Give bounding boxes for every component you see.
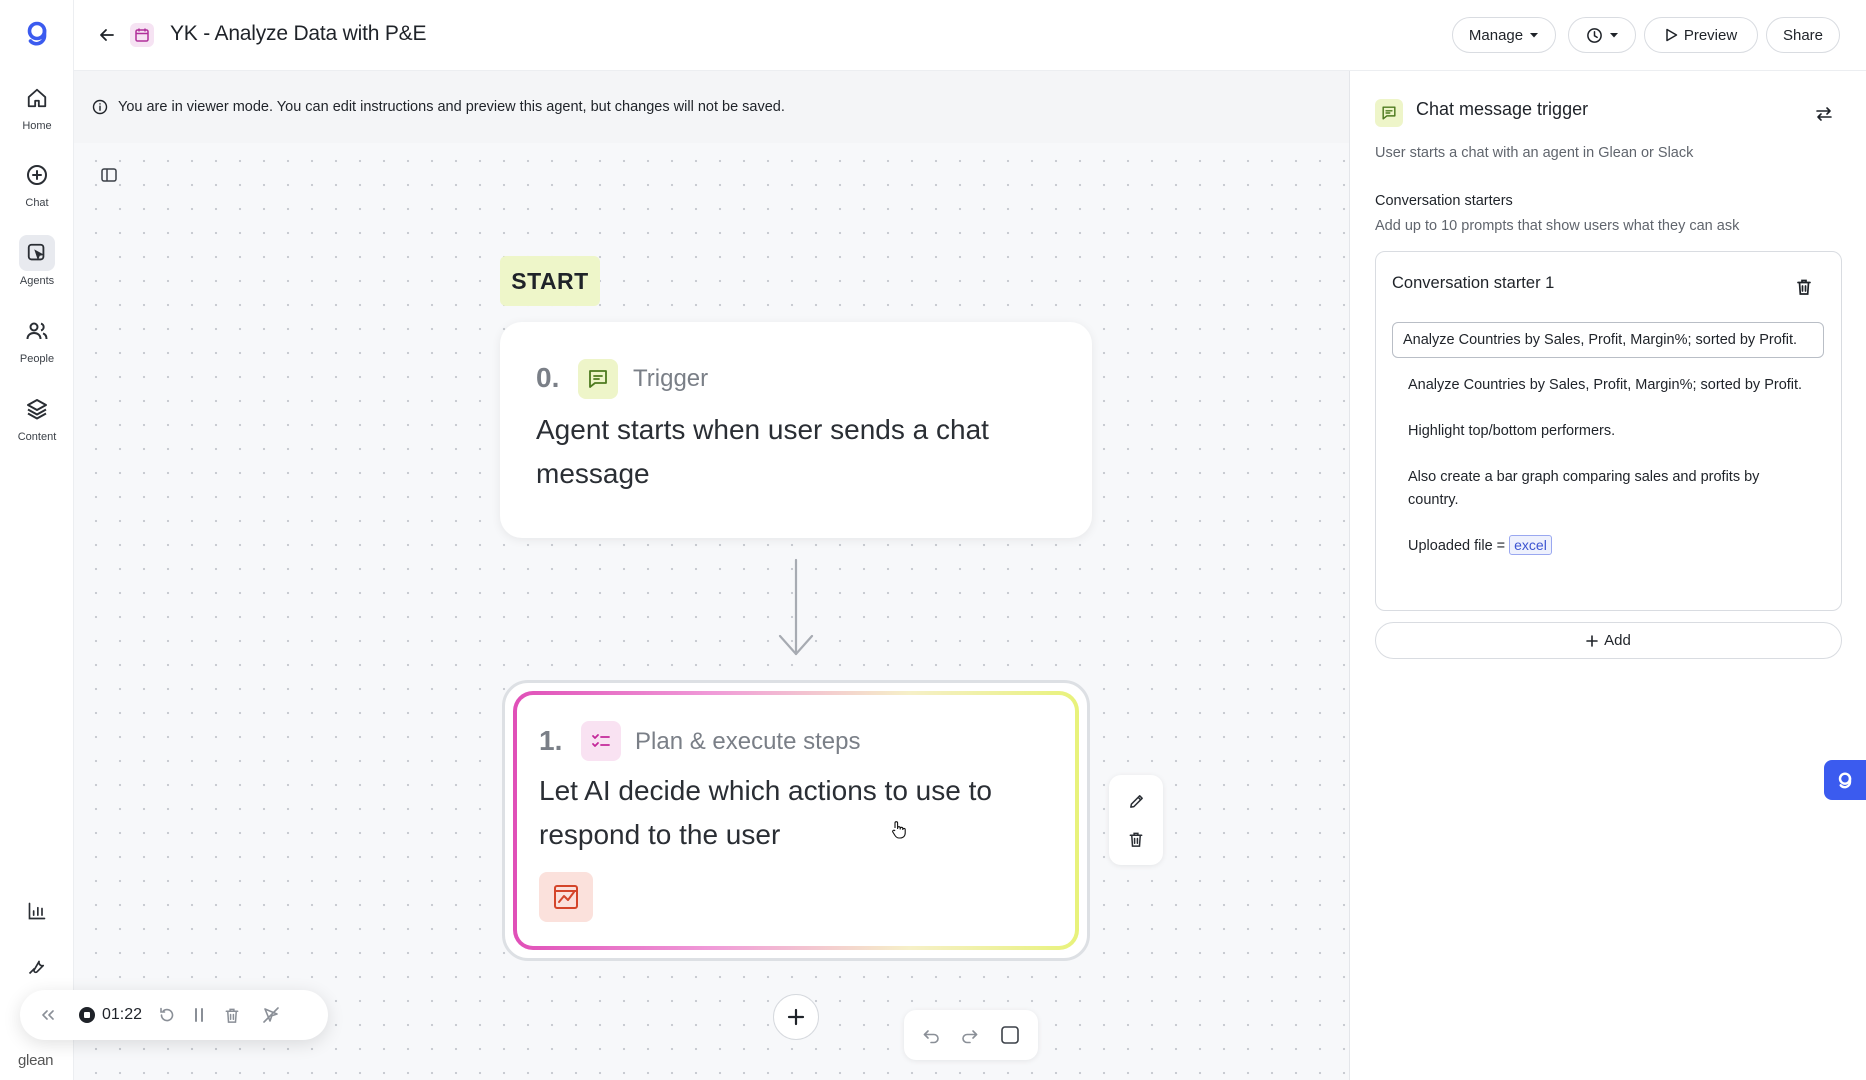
nav-item-home[interactable]: Home [0, 80, 74, 132]
history-button[interactable] [1568, 17, 1636, 53]
sidebar-toggle-icon[interactable] [100, 166, 118, 184]
manage-button[interactable]: Manage [1452, 17, 1556, 53]
step-description: Let AI decide which actions to use to re… [539, 775, 992, 850]
record-stop-icon[interactable] [78, 1003, 96, 1027]
redo-icon[interactable] [961, 1026, 979, 1044]
undo-redo-toolbar [904, 1010, 1038, 1060]
step-actions-toolbar [1109, 775, 1163, 865]
top-header: YK - Analyze Data with P&E Manage Previe… [74, 0, 1866, 71]
chat-message-icon [1375, 99, 1403, 127]
discard-trash-icon[interactable] [224, 1003, 240, 1027]
pointer-off-icon[interactable] [262, 1003, 280, 1027]
panel-title: Chat message trigger [1416, 99, 1589, 119]
caret-down-icon [1530, 33, 1539, 38]
play-icon [1666, 28, 1678, 42]
starter-prompt-text[interactable]: Analyze Countries by Sales, Profit, Marg… [1408, 374, 1808, 558]
file-tag[interactable]: excel [1509, 535, 1552, 555]
selection-gradient-border: 1. Plan & execute steps Let AI decide wh… [513, 691, 1079, 950]
section-subtitle: Add up to 10 prompts that show users wha… [1375, 218, 1740, 234]
upload-label: Uploaded file = [1408, 538, 1506, 554]
prompt-line: Analyze Countries by Sales, Profit, Marg… [1408, 377, 1803, 393]
prompt-line: Highlight top/bottom performers. [1408, 423, 1616, 439]
delete-starter-trash-icon[interactable] [1795, 278, 1813, 296]
prompt-line: Also create a bar graph comparing sales … [1408, 469, 1760, 508]
upload-line: Uploaded file = excel [1408, 535, 1808, 558]
viewer-mode-banner: You are in viewer mode. You can edit ins… [74, 71, 1349, 143]
start-label: START [500, 256, 600, 306]
nav-label: Chat [25, 197, 49, 209]
nav-label: Agents [19, 275, 55, 287]
glean-logo-icon [1838, 772, 1852, 789]
glean-logo-icon[interactable] [22, 18, 52, 48]
step-card-body: 1. Plan & execute steps Let AI decide wh… [517, 695, 1075, 946]
share-label: Share [1782, 26, 1824, 44]
recording-timer: 01:22 [102, 1006, 143, 1023]
fit-view-icon[interactable] [1000, 1025, 1020, 1045]
banner-text: You are in viewer mode. You can edit ins… [118, 99, 785, 115]
plus-icon [1586, 634, 1598, 647]
add-label: Add [1604, 632, 1631, 649]
starter-title-input[interactable]: Analyze Countries by Sales, Profit, Marg… [1392, 322, 1824, 358]
starter-title: Conversation starter 1 [1392, 274, 1555, 292]
calendar-icon [130, 23, 154, 47]
manage-label: Manage [1468, 26, 1524, 44]
nav-item-people[interactable]: People [0, 313, 74, 365]
chat-message-icon [578, 359, 618, 399]
screen-recorder-bar: 01:22 [20, 990, 328, 1040]
add-starter-button[interactable]: Add [1375, 622, 1842, 659]
connector-arrow-icon [778, 558, 814, 656]
agents-icon [19, 235, 55, 271]
nav-label: Content [17, 431, 57, 443]
step-type: Plan & execute steps [635, 728, 861, 755]
collapse-chevrons-icon[interactable] [38, 1003, 58, 1027]
step-number: 1. [539, 725, 563, 756]
glean-assistant-button[interactable] [1824, 760, 1866, 800]
step-type: Trigger [633, 365, 709, 392]
trash-icon[interactable] [1126, 829, 1146, 849]
home-icon [19, 80, 55, 116]
trigger-step-card[interactable]: 0. Trigger Agent starts when user sends … [500, 322, 1092, 538]
step-number: 0. [536, 362, 560, 393]
panel-subtitle: User starts a chat with an agent in Glea… [1375, 145, 1694, 161]
clock-icon [1586, 27, 1602, 43]
preview-label: Preview [1683, 26, 1738, 44]
chat-plus-icon [19, 157, 55, 193]
info-icon [92, 99, 108, 115]
undo-icon[interactable] [922, 1026, 940, 1044]
pause-icon[interactable] [192, 1003, 206, 1027]
mouse-cursor-icon [892, 821, 906, 839]
swap-arrows-icon[interactable] [1815, 105, 1833, 123]
preview-button[interactable]: Preview [1644, 17, 1758, 53]
data-analysis-tool-icon[interactable] [539, 872, 593, 922]
nav-item-chat[interactable]: Chat [0, 157, 74, 209]
glean-wordmark: glean [18, 1052, 54, 1069]
insights-icon[interactable] [19, 893, 55, 929]
checklist-icon [581, 721, 621, 761]
wrench-icon[interactable] [19, 948, 55, 984]
nav-item-content[interactable]: Content [0, 391, 74, 443]
conversation-starter-card: Conversation starter 1 Analyze Countries… [1375, 251, 1842, 611]
edit-pencil-icon[interactable] [1126, 791, 1146, 811]
trigger-config-panel: Chat message trigger User starts a chat … [1349, 71, 1866, 1080]
nav-label: Home [22, 120, 52, 132]
people-icon [19, 313, 55, 349]
page-title: YK - Analyze Data with P&E [170, 22, 427, 45]
share-button[interactable]: Share [1766, 17, 1840, 53]
restart-icon[interactable] [158, 1003, 176, 1027]
step-description: Agent starts when user sends a chat mess… [536, 414, 989, 489]
nav-item-agents[interactable]: Agents [0, 235, 74, 287]
caret-down-icon [1609, 33, 1618, 38]
back-arrow-icon[interactable] [96, 24, 118, 46]
plan-execute-step-card[interactable]: 1. Plan & execute steps Let AI decide wh… [502, 680, 1090, 961]
section-title: Conversation starters [1375, 193, 1513, 209]
add-step-button[interactable] [773, 994, 819, 1040]
plus-icon [787, 1008, 805, 1026]
nav-label: People [19, 353, 55, 365]
left-nav: Home Chat Agents People Content glean [0, 0, 74, 1080]
layers-icon [19, 391, 55, 427]
